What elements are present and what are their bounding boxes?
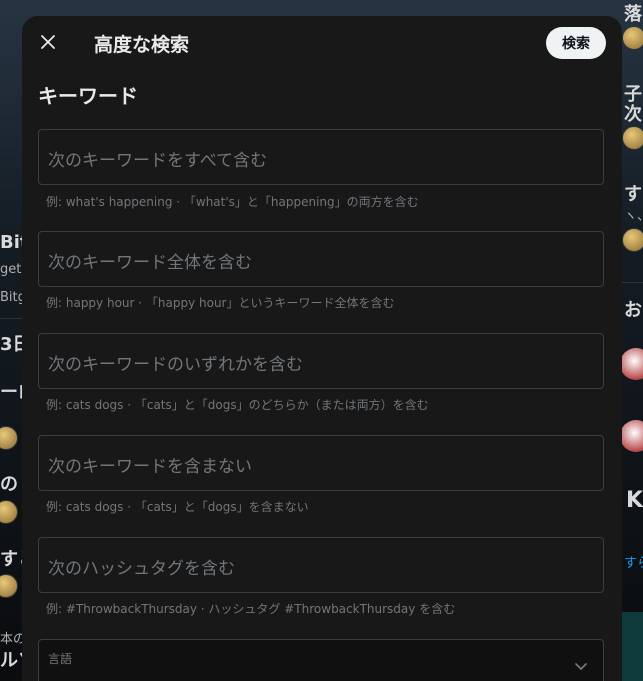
bg-fragment-osu: おす [624,300,643,321]
hashtags-hint: 例: #ThrowbackThursday · ハッシュタグ #Throwbac… [46,602,456,616]
any-words-field[interactable]: 次のキーワードのいずれかを含む [38,333,604,389]
bg-avatar [622,228,643,252]
all-words-placeholder: 次のキーワードをすべて含む [48,151,268,171]
bg-fragment-tsugi: 次の [624,104,643,125]
any-words-placeholder: 次のキーワードのいずれかを含む [48,355,303,375]
bg-fragment-su: す [624,184,642,205]
advanced-search-dialog: 高度な検索 検索 キーワード 次のキーワードをすべて含む 例: what's h… [22,16,622,681]
none-words-hint: 例: cats dogs · 「cats」と「dogs」を含まない [46,500,309,514]
language-select[interactable]: 言語 [38,639,604,681]
all-words-field[interactable]: 次のキーワードをすべて含む [38,129,604,185]
bg-fragment-get: get [0,262,22,277]
bg-thumbnail [622,612,643,681]
exact-phrase-field[interactable]: 次のキーワード全体を含む [38,231,604,287]
bg-divider [0,318,22,319]
bg-fragment-a: ヽ、え [624,209,643,224]
bg-avatar [622,126,643,150]
none-words-placeholder: 次のキーワードを含まない [48,457,252,477]
keywords-section-title: キーワード [38,84,138,108]
chevron-down-icon [575,663,587,670]
bg-avatar [622,26,643,50]
none-words-field[interactable]: 次のキーワードを含まない [38,435,604,491]
hashtags-field[interactable]: 次のハッシュタグを含む [38,537,604,593]
all-words-hint: 例: what's happening · 「what's」と「happenin… [46,195,419,209]
close-button[interactable] [34,28,62,56]
bg-fragment-ochi: 落に [624,4,643,25]
bg-fragment-sera[interactable]: すら [624,552,643,571]
dialog-header: 高度な検索 検索 [22,16,622,70]
language-label: 言語 [48,652,73,666]
bg-fragment-no: の [0,474,18,495]
exact-phrase-placeholder: 次のキーワード全体を含む [48,253,252,273]
close-icon [41,35,55,49]
dialog-title: 高度な検索 [94,34,190,56]
hashtags-placeholder: 次のハッシュタグを含む [48,559,235,579]
search-button[interactable]: 検索 [546,27,606,59]
bg-fragment-k: K [626,488,643,513]
exact-phrase-hint: 例: happy hour · 「happy hour」というキーワード全体を含… [46,296,395,310]
any-words-hint: 例: cats dogs · 「cats」と「dogs」のどちらか（または両方）… [46,398,429,412]
bg-divider [622,282,643,283]
